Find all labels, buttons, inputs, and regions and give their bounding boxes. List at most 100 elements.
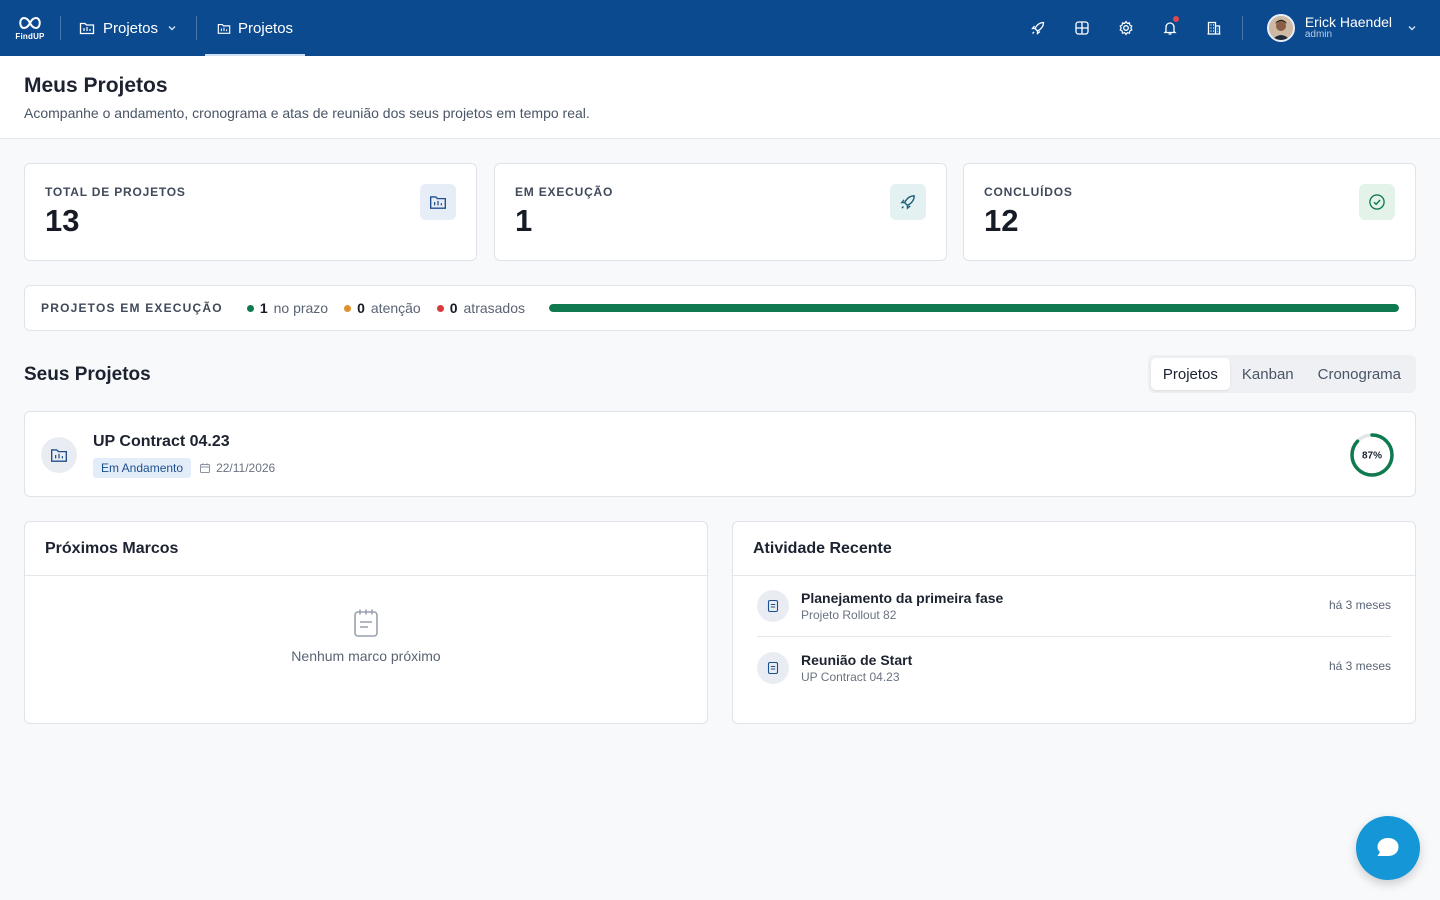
activity-icon-box — [757, 651, 789, 684]
user-name: Erick Haendel — [1304, 14, 1392, 30]
status-dot — [344, 304, 352, 312]
user-menu[interactable]: Erick Haendel admin — [1243, 0, 1440, 56]
avatar — [1266, 14, 1295, 42]
execution-progress-bar — [549, 304, 1399, 312]
folder-icon — [217, 23, 231, 34]
project-name: UP Contract 04.23 — [93, 433, 230, 450]
project-icon-box — [41, 437, 77, 473]
chat-bubble-icon — [1377, 838, 1399, 856]
stat-icon-box — [890, 184, 926, 220]
attention-text: atenção — [370, 300, 421, 316]
grid-icon — [1075, 21, 1089, 35]
divider — [196, 16, 198, 40]
progress-ring: 87% — [1350, 433, 1394, 477]
stat-value: 13 — [45, 203, 80, 238]
activity-item[interactable]: Reunião de Start UP Contract 04.23 há 3 … — [757, 637, 1391, 698]
tab-cronograma[interactable]: Cronograma — [1306, 358, 1413, 390]
view-tabs: Projetos Kanban Cronograma — [1147, 355, 1416, 393]
late-count: 0 — [449, 300, 458, 316]
stat-card-total: TOTAL DE PROJETOS 13 — [24, 163, 477, 261]
project-card[interactable]: UP Contract 04.23 Em Andamento 22/11/202… — [24, 411, 1416, 497]
gear-icon — [1119, 20, 1133, 36]
milestones-panel: Próximos Marcos Nenhum marco próximo — [24, 521, 708, 724]
infinity-logo-icon — [19, 16, 41, 30]
chevron-down-icon — [1408, 26, 1416, 31]
notepad-icon — [354, 609, 378, 637]
chevron-down-icon — [168, 26, 176, 31]
logo-text: FindUP — [15, 32, 45, 41]
milestones-title: Próximos Marcos — [25, 522, 707, 576]
status-dot — [436, 304, 444, 312]
check-circle-icon — [1369, 194, 1385, 210]
stat-label: CONCLUÍDOS — [984, 185, 1073, 199]
legend-attention: 0 atenção — [344, 300, 421, 316]
bell-icon — [1163, 22, 1177, 35]
notifications-button[interactable] — [1148, 0, 1192, 56]
progress-ring-label: 87% — [1362, 451, 1382, 462]
user-info: Erick Haendel admin — [1305, 15, 1392, 41]
document-icon — [767, 661, 779, 674]
page-subtitle: Acompanhe o andamento, cronograma e atas… — [24, 105, 590, 121]
activity-list: Planejamento da primeira fase Projeto Ro… — [733, 576, 1415, 698]
projects-dropdown-label: Projetos — [103, 19, 159, 37]
company-button[interactable] — [1192, 0, 1236, 56]
milestones-empty-state: Nenhum marco próximo — [25, 576, 707, 664]
stat-icon-box — [420, 184, 456, 220]
user-role: admin — [1304, 29, 1333, 40]
activity-project: Projeto Rollout 82 — [801, 608, 897, 622]
stat-label: EM EXECUÇÃO — [515, 185, 614, 199]
execution-progress-fill — [549, 304, 1399, 312]
status-badge: Em Andamento — [93, 458, 192, 478]
activity-title: Atividade Recente — [733, 522, 1415, 576]
stat-label: TOTAL DE PROJETOS — [45, 185, 186, 199]
tab-projetos[interactable]: Projetos — [205, 0, 306, 56]
activity-item[interactable]: Planejamento da primeira fase Projeto Ro… — [757, 576, 1391, 637]
folder-icon — [430, 196, 446, 209]
rocket-icon — [900, 195, 915, 210]
late-text: atrasados — [463, 300, 525, 316]
activity-text: Reunião de Start UP Contract 04.23 — [801, 652, 912, 684]
legend-on-time: 1 no prazo — [246, 300, 329, 316]
rocket-icon — [1030, 21, 1044, 35]
findup-logo[interactable]: FindUP — [0, 0, 60, 56]
page-title: Meus Projetos — [24, 74, 168, 97]
attention-count: 0 — [357, 300, 365, 316]
calendar-icon — [200, 463, 211, 473]
legend-late: 0 atrasados — [436, 300, 525, 316]
activity-time: há 3 meses — [1328, 659, 1391, 673]
projects-dropdown[interactable]: Projetos — [61, 0, 196, 56]
notification-dot — [1172, 16, 1179, 22]
tab-projetos-view[interactable]: Projetos — [1150, 358, 1230, 390]
stat-value: 12 — [984, 203, 1019, 238]
settings-button[interactable] — [1104, 0, 1148, 56]
stat-card-running: EM EXECUÇÃO 1 — [494, 163, 947, 261]
activity-title-text: Reunião de Start — [801, 651, 913, 668]
on-time-text: no prazo — [273, 300, 329, 316]
activity-text: Planejamento da primeira fase Projeto Ro… — [801, 590, 1003, 622]
chat-button[interactable] — [1356, 816, 1420, 880]
execution-summary: PROJETOS EM EXECUÇÃO 1 no prazo 0 atençã… — [24, 285, 1416, 331]
activity-project: UP Contract 04.23 — [801, 669, 900, 684]
toolbar-icons: Erick Haendel admin — [1016, 0, 1440, 56]
activity-title-text: Planejamento da primeira fase — [801, 590, 1004, 606]
building-icon — [1207, 21, 1221, 35]
top-navbar: FindUP Projetos Projetos Erick Haendel a… — [0, 0, 1440, 56]
document-icon — [767, 599, 779, 613]
folder-icon — [79, 22, 95, 35]
apps-grid-button[interactable] — [1060, 0, 1104, 56]
project-date: 22/11/2026 — [199, 461, 275, 475]
on-time-count: 1 — [259, 300, 268, 316]
execution-label: PROJETOS EM EXECUÇÃO — [41, 301, 223, 315]
activity-panel: Atividade Recente Planejamento da primei… — [732, 521, 1416, 724]
activity-icon-box — [757, 590, 789, 622]
stat-icon-box — [1359, 184, 1395, 220]
tab-kanban[interactable]: Kanban — [1230, 358, 1306, 390]
project-date-text: 22/11/2026 — [216, 461, 276, 475]
stat-value: 1 — [515, 203, 533, 238]
tab-projetos-label: Projetos — [238, 19, 294, 37]
section-title: Seus Projetos — [24, 364, 151, 385]
stat-card-done: CONCLUÍDOS 12 — [963, 163, 1416, 261]
status-dot — [246, 304, 254, 312]
page-header: Meus Projetos Acompanhe o andamento, cro… — [0, 56, 1440, 139]
rocket-button[interactable] — [1016, 0, 1060, 56]
